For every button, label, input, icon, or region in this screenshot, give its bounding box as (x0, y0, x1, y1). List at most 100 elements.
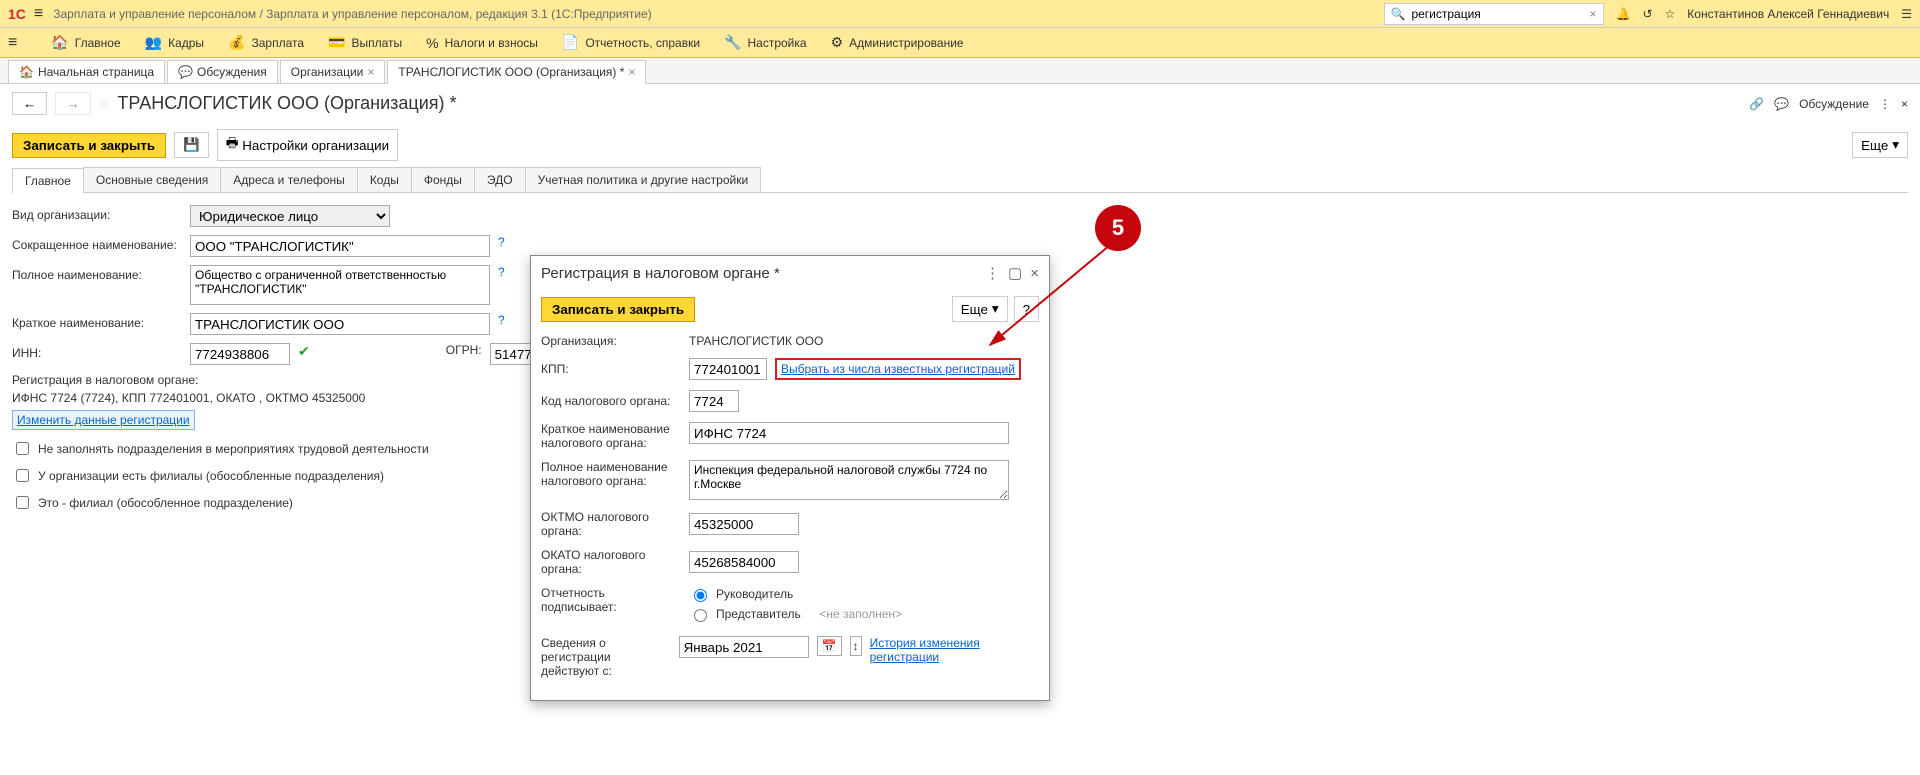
menu-staff[interactable]: 👥Кадры (145, 34, 204, 51)
stepper-icon[interactable]: ↕ (850, 636, 862, 656)
clear-search-icon[interactable]: × (1589, 7, 1596, 21)
form-tab-codes[interactable]: Коды (357, 167, 412, 192)
radio-representative[interactable] (694, 609, 707, 622)
radio-representative-label: Представитель (716, 607, 801, 621)
dlg-code-input[interactable] (689, 390, 739, 412)
menu-main[interactable]: 🏠Главное (51, 34, 120, 51)
history-icon[interactable]: ↺ (1642, 7, 1652, 21)
chat-icon: 💬 (178, 65, 193, 79)
short-name-label: Сокращенное наименование: (12, 235, 182, 252)
form-tab-basic[interactable]: Основные сведения (83, 167, 221, 192)
form-tab-main[interactable]: Главное (12, 168, 84, 193)
org-settings-button[interactable]: 🖶Настройки организации (217, 129, 398, 161)
cb-no-divisions[interactable] (16, 442, 29, 455)
history-link[interactable]: История изменения регистрации (870, 636, 1039, 664)
tab-discussions[interactable]: 💬Обсуждения (167, 60, 278, 83)
menu-admin[interactable]: ⚙Администрирование (831, 34, 964, 51)
dlg-okato-label: ОКАТО налогового органа: (541, 548, 681, 576)
dialog-close-icon[interactable]: × (1030, 265, 1039, 282)
radio-director-label: Руководитель (716, 587, 793, 601)
dialog-more-button[interactable]: Еще ▾ (952, 296, 1008, 322)
brief-name-input[interactable] (190, 313, 490, 335)
cash-icon: 💰 (228, 34, 245, 51)
doc-icon: 📄 (562, 34, 579, 51)
more-icon[interactable]: ⋮ (1879, 97, 1891, 111)
global-search[interactable]: 🔍 × (1384, 3, 1604, 25)
dlg-code-label: Код налогового органа: (541, 394, 681, 408)
wallet-icon: 💳 (328, 34, 345, 51)
user-name[interactable]: Константинов Алексей Геннадиевич (1687, 7, 1889, 21)
sections-icon[interactable]: ≡ (8, 34, 17, 52)
form-tab-edo[interactable]: ЭДО (474, 167, 526, 192)
brief-name-label: Краткое наименование: (12, 313, 182, 330)
dlg-kpp-input[interactable] (689, 358, 767, 380)
dlg-short-tax-input[interactable] (689, 422, 1009, 444)
dlg-org-value: ТРАНСЛОГИСТИК ООО (689, 334, 823, 348)
close-icon[interactable]: × (367, 65, 374, 79)
tab-current-org[interactable]: ТРАНСЛОГИСТИК ООО (Организация) *× (387, 60, 646, 84)
close-page-icon[interactable]: × (1901, 97, 1908, 111)
menu-salary[interactable]: 💰Зарплата (228, 34, 304, 51)
menu-payments[interactable]: 💳Выплаты (328, 34, 402, 51)
full-name-label: Полное наименование: (12, 265, 182, 282)
cb-is-branch[interactable] (16, 496, 29, 509)
radio-director[interactable] (694, 589, 707, 602)
dlg-short-tax-label: Краткое наименование налогового органа: (541, 422, 681, 450)
dlg-okato-input[interactable] (689, 551, 799, 573)
dialog-more-icon[interactable]: ⋮ (985, 264, 1000, 282)
print-icon: 🖶 (226, 134, 239, 156)
link-icon[interactable]: 🔗 (1749, 97, 1764, 111)
dlg-full-tax-input[interactable] (689, 460, 1009, 500)
inn-input[interactable] (190, 343, 290, 365)
wrench-icon: 🔧 (724, 34, 741, 51)
save-close-button[interactable]: Записать и закрыть (12, 133, 166, 158)
short-name-input[interactable] (190, 235, 490, 257)
back-button[interactable]: ← (12, 92, 47, 115)
check-icon: ✔ (298, 343, 310, 360)
form-tab-funds[interactable]: Фонды (411, 167, 475, 192)
full-name-input[interactable] (190, 265, 490, 305)
form-tab-addresses[interactable]: Адреса и телефоны (220, 167, 358, 192)
search-icon: 🔍 (1391, 7, 1406, 21)
help-icon[interactable]: ? (498, 235, 505, 249)
save-button[interactable]: 💾 (174, 132, 209, 158)
star-icon[interactable]: ☆ (1665, 7, 1676, 21)
help-icon[interactable]: ? (498, 265, 505, 279)
form-tab-policy[interactable]: Учетная политика и другие настройки (525, 167, 762, 192)
dlg-signer-label: Отчетность подписывает: (541, 586, 681, 614)
more-button[interactable]: Еще ▾ (1852, 132, 1908, 158)
select-registration-link[interactable]: Выбрать из числа известных регистраций (781, 362, 1015, 376)
change-reg-link[interactable]: Изменить данные регистрации (12, 410, 195, 430)
tab-start-page[interactable]: 🏠Начальная страница (8, 60, 165, 83)
cb-has-branches[interactable] (16, 469, 29, 482)
discussion-icon[interactable]: 💬 (1774, 97, 1789, 111)
calendar-icon[interactable]: 📅 (817, 636, 842, 656)
page-title: ТРАНСЛОГИСТИК ООО (Организация) * (117, 93, 456, 114)
tab-organizations[interactable]: Организации× (280, 60, 386, 83)
dlg-valid-from-label: Сведения о регистрации действуют с: (541, 636, 671, 678)
bell-icon[interactable]: 🔔 (1616, 7, 1631, 21)
ogrn-label: ОГРН: (446, 343, 482, 357)
dialog-maximize-icon[interactable]: ▢ (1008, 264, 1022, 282)
star-icon[interactable]: ☆ (99, 97, 110, 111)
org-type-select[interactable]: Юридическое лицо (190, 205, 390, 227)
dlg-org-label: Организация: (541, 334, 681, 348)
menu-taxes[interactable]: %Налоги и взносы (426, 35, 538, 51)
forward-button[interactable]: → (55, 92, 90, 115)
dlg-oktmo-label: ОКТМО налогового органа: (541, 510, 681, 538)
hamburger-icon[interactable]: ≡ (34, 5, 43, 23)
settings-icon[interactable]: ☰ (1901, 7, 1912, 21)
help-icon[interactable]: ? (498, 313, 505, 327)
dialog-save-close-button[interactable]: Записать и закрыть (541, 297, 695, 322)
menu-settings[interactable]: 🔧Настройка (724, 34, 807, 51)
menu-reports[interactable]: 📄Отчетность, справки (562, 34, 700, 51)
discussion-label[interactable]: Обсуждение (1799, 97, 1869, 111)
dialog-help-button[interactable]: ? (1014, 296, 1039, 322)
dlg-oktmo-input[interactable] (689, 513, 799, 535)
close-icon[interactable]: × (628, 65, 635, 79)
cb-is-branch-label: Это - филиал (обособленное подразделение… (38, 496, 293, 510)
home-icon: 🏠 (19, 65, 34, 79)
dlg-valid-from-input[interactable] (679, 636, 809, 658)
dlg-kpp-label: КПП: (541, 362, 681, 376)
search-input[interactable] (1409, 6, 1585, 22)
